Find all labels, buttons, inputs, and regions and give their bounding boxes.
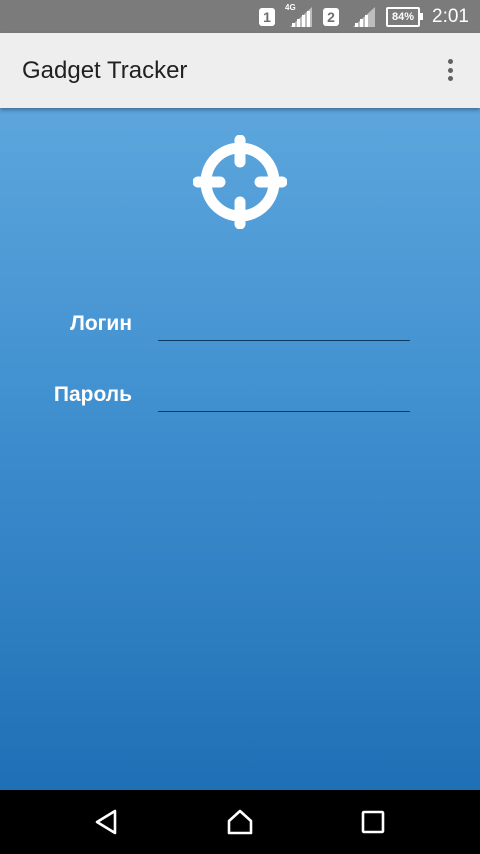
battery-icon: 84%	[386, 0, 423, 33]
sim2-indicator: 2	[323, 0, 339, 33]
status-bar: 1 4G 2 84% 2:01	[0, 0, 480, 33]
login-row: Логин	[0, 302, 480, 352]
clock: 2:01	[432, 0, 469, 33]
sim1-badge: 1	[259, 7, 275, 26]
password-row: Пароль	[0, 373, 480, 423]
signal-1-icon	[290, 0, 312, 33]
recents-square-icon[interactable]	[359, 808, 387, 836]
signal-2-icon	[353, 0, 375, 33]
password-label: Пароль	[53, 383, 132, 406]
more-vert-icon[interactable]	[438, 58, 462, 82]
login-label: Логин	[70, 312, 132, 335]
sim1-indicator: 1	[259, 0, 275, 33]
crosshair-target-icon	[193, 135, 287, 229]
password-input[interactable]	[158, 377, 410, 412]
battery-level: 84%	[386, 6, 423, 27]
clock-time: 2:01	[432, 5, 469, 27]
app-bar: Gadget Tracker	[0, 33, 480, 108]
back-triangle-icon[interactable]	[93, 808, 121, 836]
home-icon[interactable]	[226, 808, 254, 836]
app-title: Gadget Tracker	[22, 56, 188, 84]
sim2-badge: 2	[323, 7, 339, 26]
login-input[interactable]	[158, 306, 410, 341]
menu-dot	[447, 67, 453, 73]
navigation-bar	[0, 790, 480, 854]
menu-dot	[447, 59, 453, 64]
menu-dot	[447, 76, 453, 81]
login-screen: Логин Пароль	[0, 108, 480, 790]
